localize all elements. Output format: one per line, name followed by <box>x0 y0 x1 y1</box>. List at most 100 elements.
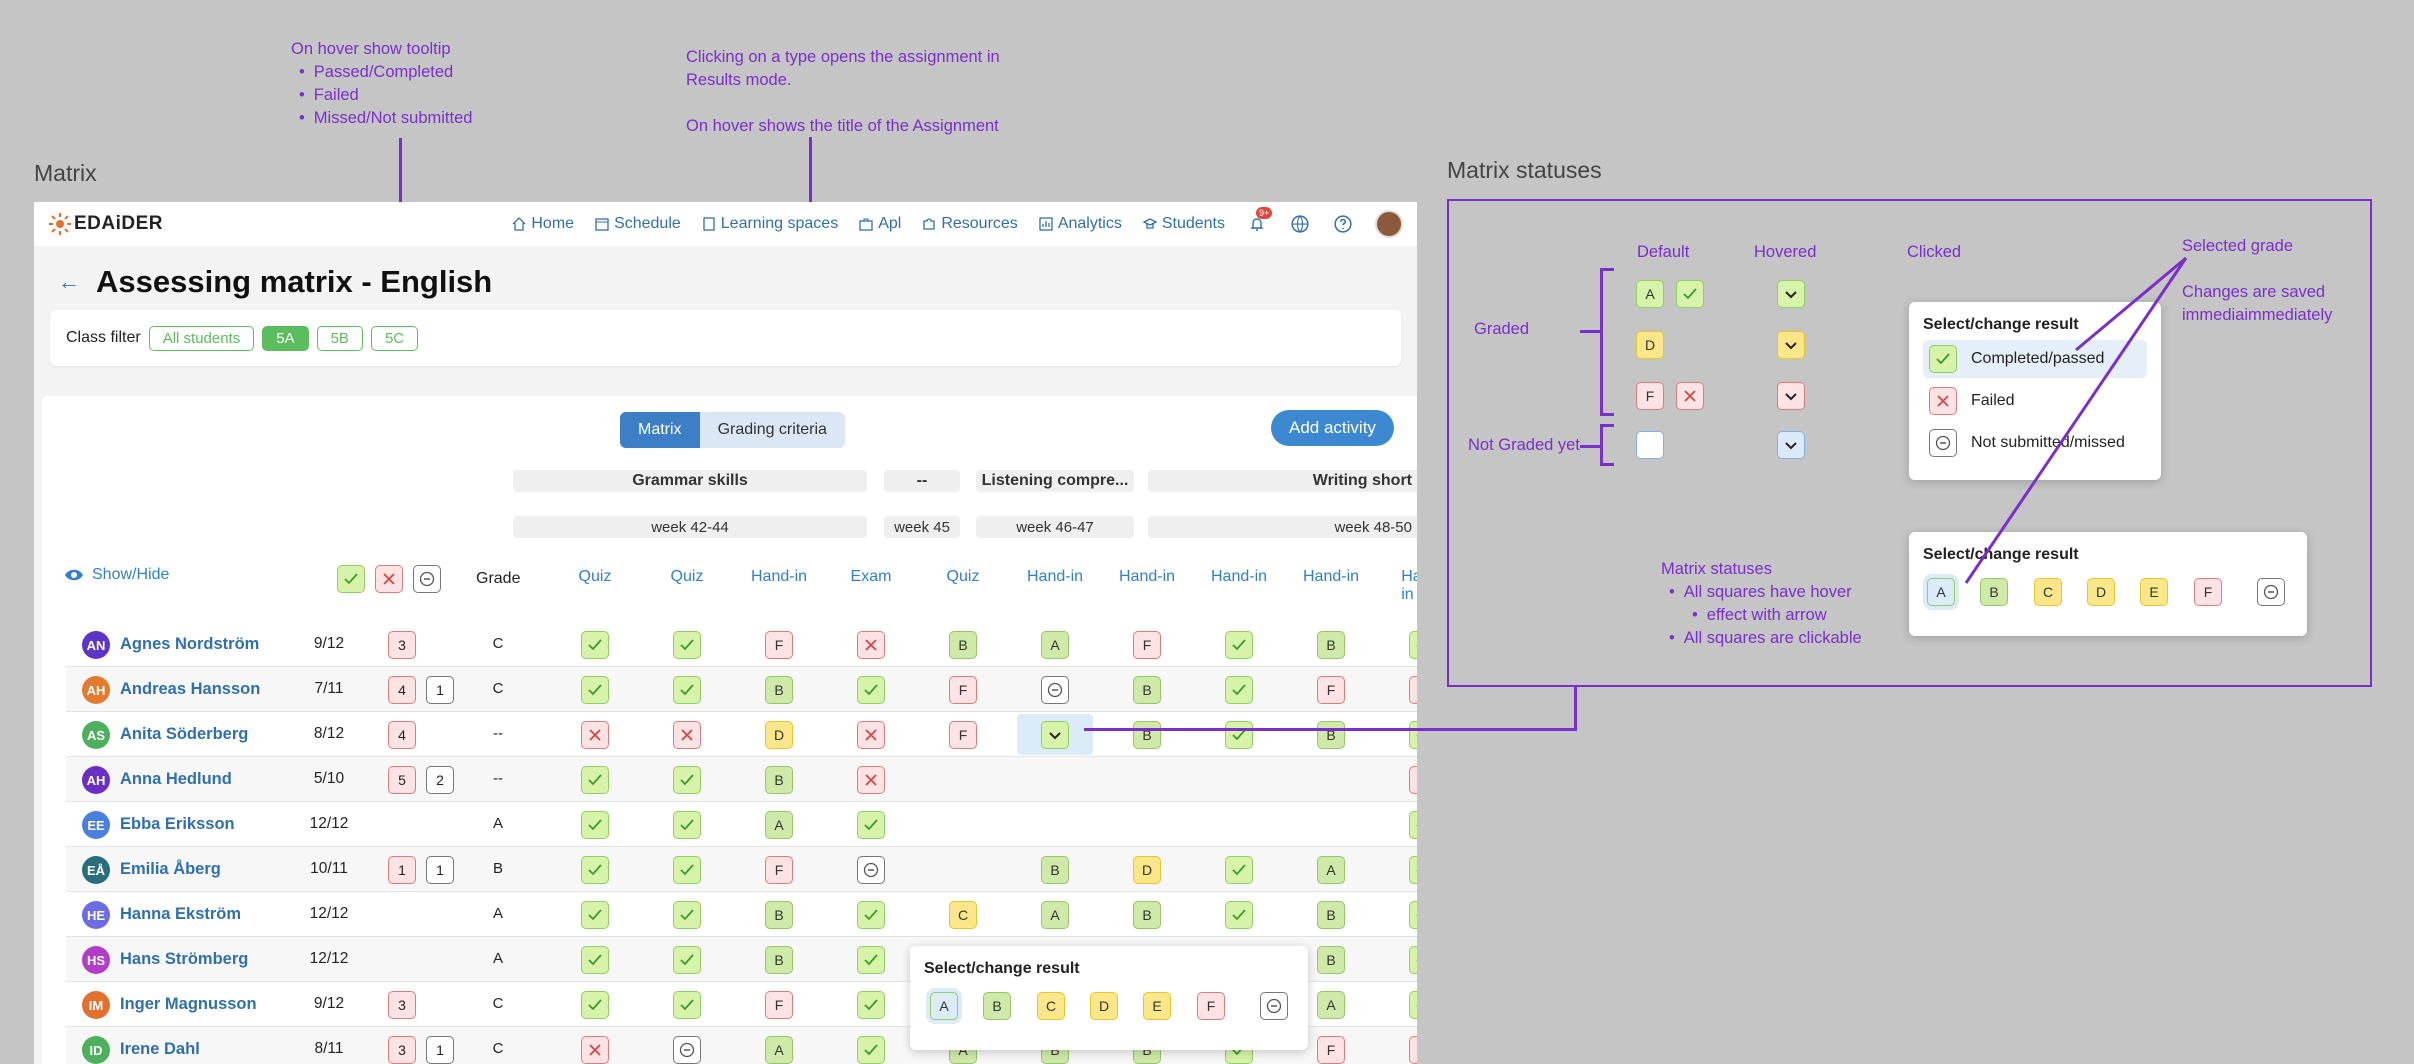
result-cell-grade[interactable]: A <box>1041 631 1069 659</box>
result-cell-grade[interactable]: B <box>1317 946 1345 974</box>
grade-option-e[interactable]: E <box>2140 578 2168 606</box>
failed-count[interactable]: 5 <box>388 766 416 794</box>
grade-option-d[interactable]: D <box>2087 578 2115 606</box>
result-cell-check-icon[interactable] <box>857 946 885 974</box>
grade-option-a[interactable]: A <box>1927 578 1955 606</box>
result-cell-check-icon[interactable] <box>581 676 609 704</box>
failed-count[interactable]: 3 <box>388 991 416 1019</box>
column-header-hand-in[interactable]: Hand-in <box>1027 568 1083 586</box>
result-cell-fail-icon[interactable] <box>1409 676 1417 704</box>
result-cell-check-icon[interactable] <box>1225 631 1253 659</box>
result-cell-grade[interactable]: B <box>1133 721 1161 749</box>
result-cell-check-icon[interactable] <box>581 946 609 974</box>
nav-schedule[interactable]: Schedule <box>595 215 681 233</box>
column-header-hand-in[interactable]: Hand-in <box>1119 568 1175 586</box>
nav-apl[interactable]: Apl <box>859 215 901 233</box>
result-cell-check-icon[interactable] <box>1409 946 1417 974</box>
result-cell-missed-icon[interactable] <box>857 856 885 884</box>
sample-grade-f[interactable]: F <box>1636 382 1664 410</box>
grade-option-d[interactable]: D <box>1090 992 1118 1020</box>
result-cell-check-icon[interactable] <box>673 631 701 659</box>
result-cell-check-icon[interactable] <box>857 1036 885 1064</box>
result-cell-grade[interactable]: B <box>765 676 793 704</box>
student-name[interactable]: Emilia Åberg <box>120 860 221 879</box>
result-cell-check-icon[interactable] <box>1225 901 1253 929</box>
add-activity-button[interactable]: Add activity <box>1271 410 1394 446</box>
failed-count-header-x-icon[interactable] <box>375 565 403 593</box>
result-cell-grade[interactable]: A <box>1317 991 1345 1019</box>
column-header-hand-in[interactable]: Hand-in <box>1211 568 1267 586</box>
help-icon[interactable] <box>1332 213 1354 235</box>
result-cell-fail-icon[interactable] <box>1409 766 1417 794</box>
grade-option-b[interactable]: B <box>1980 578 2008 606</box>
result-cell-grade[interactable]: A <box>765 1036 793 1064</box>
column-header-hand-in[interactable]: Hand-in <box>1303 568 1359 586</box>
result-cell-check-icon[interactable] <box>1225 856 1253 884</box>
missed-count-header-minus-icon[interactable] <box>413 565 441 593</box>
result-cell-grade[interactable]: F <box>765 631 793 659</box>
result-cell-check-icon[interactable] <box>857 991 885 1019</box>
result-cell-grade[interactable]: A <box>1041 901 1069 929</box>
student-name[interactable]: Inger Magnusson <box>120 995 257 1014</box>
group-header-listening[interactable]: Listening compre... <box>976 470 1134 492</box>
result-cell-fail-icon[interactable] <box>581 1036 609 1064</box>
hovered-grade-f-chevron-icon[interactable] <box>1777 382 1805 410</box>
result-cell-check-icon[interactable] <box>1225 721 1253 749</box>
failed-count[interactable]: 4 <box>388 721 416 749</box>
result-cell-grade[interactable]: B <box>1133 901 1161 929</box>
result-cell-missed-icon[interactable] <box>1041 676 1069 704</box>
result-cell-fail-icon[interactable] <box>857 766 885 794</box>
result-cell-check-icon[interactable] <box>1225 676 1253 704</box>
back-arrow-icon[interactable]: ← <box>58 269 80 295</box>
student-name[interactable]: Hanna Ekström <box>120 905 241 924</box>
result-cell-check-icon[interactable] <box>673 811 701 839</box>
nav-learning-spaces[interactable]: Learning spaces <box>702 215 838 233</box>
result-cell-check-icon[interactable] <box>673 901 701 929</box>
result-cell-fail-icon[interactable] <box>581 721 609 749</box>
result-cell-grade[interactable]: A <box>765 811 793 839</box>
globe-icon[interactable] <box>1289 213 1311 235</box>
grade-option-f[interactable]: F <box>2194 578 2222 606</box>
failed-count[interactable]: 4 <box>388 676 416 704</box>
result-cell-check-icon[interactable] <box>673 766 701 794</box>
result-cell-grade[interactable]: F <box>1317 676 1345 704</box>
result-cell-check-icon[interactable] <box>581 631 609 659</box>
result-cell-check-icon[interactable] <box>581 811 609 839</box>
student-name[interactable]: Irene Dahl <box>120 1040 200 1059</box>
result-cell-check-icon[interactable] <box>1409 811 1417 839</box>
user-avatar[interactable] <box>1375 210 1403 238</box>
nav-analytics[interactable]: Analytics <box>1039 215 1122 233</box>
column-header-hand-in[interactable]: Hand-in <box>1401 568 1417 604</box>
result-cell-check-icon[interactable] <box>673 856 701 884</box>
result-cell-check-icon[interactable] <box>1409 631 1417 659</box>
missed-count[interactable]: 2 <box>426 766 454 794</box>
result-cell-check-icon[interactable] <box>1409 721 1417 749</box>
nav-students[interactable]: Students <box>1142 215 1225 233</box>
result-cell-chevron-icon[interactable] <box>1041 721 1069 749</box>
sample-fail-icon[interactable] <box>1676 382 1704 410</box>
result-cell-grade[interactable]: B <box>765 766 793 794</box>
result-cell-grade[interactable]: B <box>765 901 793 929</box>
column-header-exam[interactable]: Exam <box>851 568 892 586</box>
result-cell-check-icon[interactable] <box>1409 991 1417 1019</box>
filter-5b[interactable]: 5B <box>316 325 363 351</box>
result-cell-grade[interactable]: B <box>1041 856 1069 884</box>
sample-check-icon[interactable] <box>1676 280 1704 308</box>
hovered-grade-a-chevron-icon[interactable] <box>1777 280 1805 308</box>
tab-matrix[interactable]: Matrix <box>620 412 700 448</box>
result-cell-grade[interactable]: F <box>1133 631 1161 659</box>
logo[interactable]: EDAiDER <box>48 212 163 236</box>
group-header-writing[interactable]: Writing short <box>1148 470 1417 492</box>
tab-grading-criteria[interactable]: Grading criteria <box>699 412 845 448</box>
bell-icon[interactable]: 9+ <box>1246 207 1273 235</box>
result-cell-fail-icon[interactable] <box>857 721 885 749</box>
nav-resources[interactable]: Resources <box>922 215 1018 233</box>
passed-count-header-check-icon[interactable] <box>337 565 365 593</box>
result-cell-check-icon[interactable] <box>673 946 701 974</box>
student-name[interactable]: Anita Söderberg <box>120 725 248 744</box>
option-completed[interactable]: Completed/passed <box>1923 340 2147 378</box>
group-header-grammar[interactable]: Grammar skills <box>513 470 867 492</box>
filter-5c[interactable]: 5C <box>370 325 419 351</box>
result-cell-grade[interactable]: F <box>1317 1036 1345 1064</box>
result-cell-grade[interactable]: B <box>1317 901 1345 929</box>
